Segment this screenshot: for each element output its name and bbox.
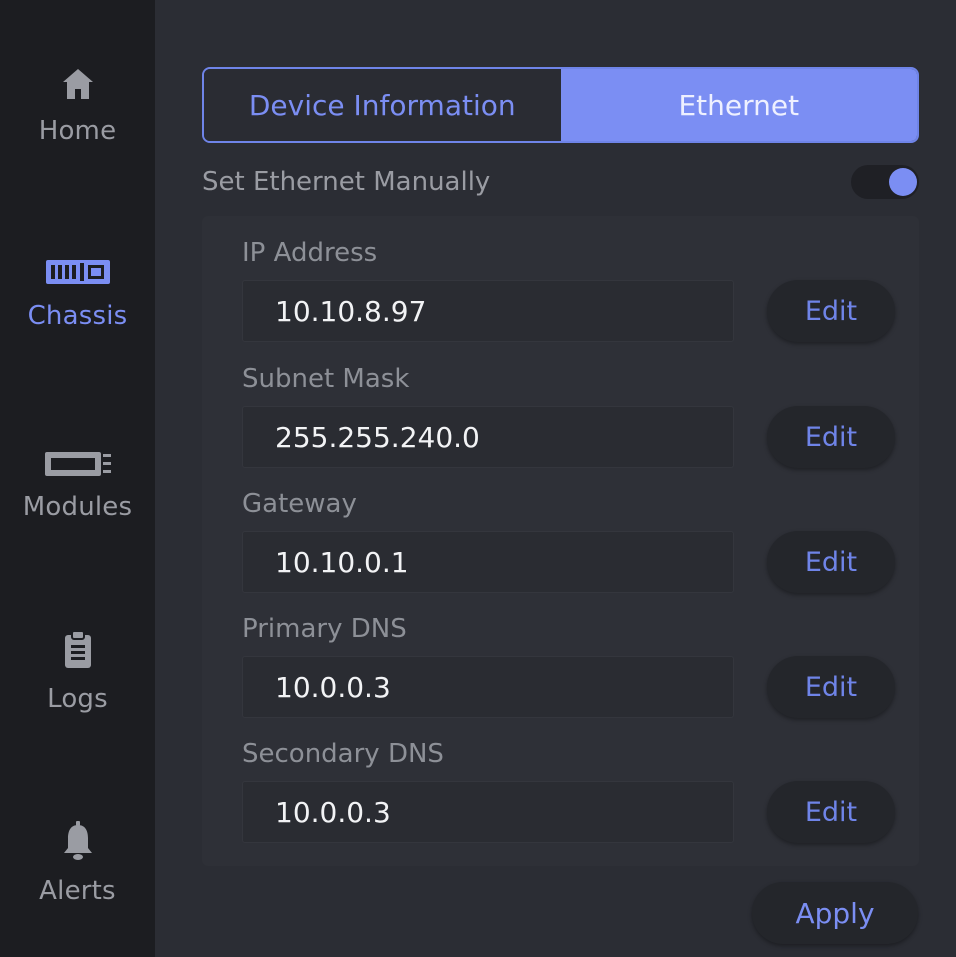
field-label: Subnet Mask: [242, 364, 410, 394]
sidebar-item-label: Modules: [22, 492, 133, 522]
sidebar: Home Chassis Modules Logs Alerts: [0, 0, 155, 957]
ip-address-field: IP Address 10.10.8.97 Edit: [242, 238, 902, 342]
chassis-icon: [45, 237, 111, 287]
apply-button[interactable]: Apply: [752, 882, 918, 944]
primary-dns-field: Primary DNS 10.0.0.3 Edit: [242, 614, 902, 718]
sidebar-item-modules[interactable]: Modules: [0, 428, 155, 578]
gateway-input[interactable]: 10.10.0.1: [242, 531, 734, 593]
field-label: Secondary DNS: [242, 739, 444, 769]
sidebar-item-alerts[interactable]: Alerts: [0, 812, 155, 957]
edit-primary-dns-button[interactable]: Edit: [767, 656, 895, 718]
module-icon: [43, 428, 113, 478]
secondary-dns-input[interactable]: 10.0.0.3: [242, 781, 734, 843]
gateway-field: Gateway 10.10.0.1 Edit: [242, 489, 902, 593]
toggle-knob: [889, 168, 917, 196]
sidebar-item-label: Alerts: [39, 876, 116, 906]
edit-ip-address-button[interactable]: Edit: [767, 280, 895, 342]
edit-subnet-mask-button[interactable]: Edit: [767, 406, 895, 468]
tab-bar: Device Information Ethernet: [202, 67, 919, 143]
secondary-dns-field: Secondary DNS 10.0.0.3 Edit: [242, 739, 902, 843]
tab-ethernet[interactable]: Ethernet: [560, 69, 917, 141]
edit-secondary-dns-button[interactable]: Edit: [767, 781, 895, 843]
app-window: Home Chassis Modules Logs Alerts Device …: [0, 0, 956, 957]
main-content: Device Information Ethernet Set Ethernet…: [155, 0, 956, 957]
manual-setting-label: Set Ethernet Manually: [202, 167, 491, 197]
sidebar-item-label: Chassis: [27, 301, 128, 331]
primary-dns-input[interactable]: 10.0.0.3: [242, 656, 734, 718]
edit-gateway-button[interactable]: Edit: [767, 531, 895, 593]
bell-icon: [62, 812, 94, 862]
sidebar-item-chassis[interactable]: Chassis: [0, 237, 155, 387]
subnet-mask-input[interactable]: 255.255.240.0: [242, 406, 734, 468]
ip-address-input[interactable]: 10.10.8.97: [242, 280, 734, 342]
manual-ethernet-toggle[interactable]: [851, 165, 919, 199]
ethernet-settings-panel: IP Address 10.10.8.97 Edit Subnet Mask 2…: [202, 216, 919, 866]
field-label: Primary DNS: [242, 614, 407, 644]
tab-device-information[interactable]: Device Information: [204, 69, 561, 141]
field-label: Gateway: [242, 489, 357, 519]
home-icon: [60, 52, 96, 102]
manual-setting-row: Set Ethernet Manually: [202, 163, 919, 201]
sidebar-item-label: Home: [38, 116, 117, 146]
sidebar-item-home[interactable]: Home: [0, 52, 155, 202]
sidebar-item-label: Logs: [47, 684, 108, 714]
sidebar-item-logs[interactable]: Logs: [0, 620, 155, 770]
clipboard-icon: [63, 620, 93, 670]
subnet-mask-field: Subnet Mask 255.255.240.0 Edit: [242, 364, 902, 468]
field-label: IP Address: [242, 238, 378, 268]
